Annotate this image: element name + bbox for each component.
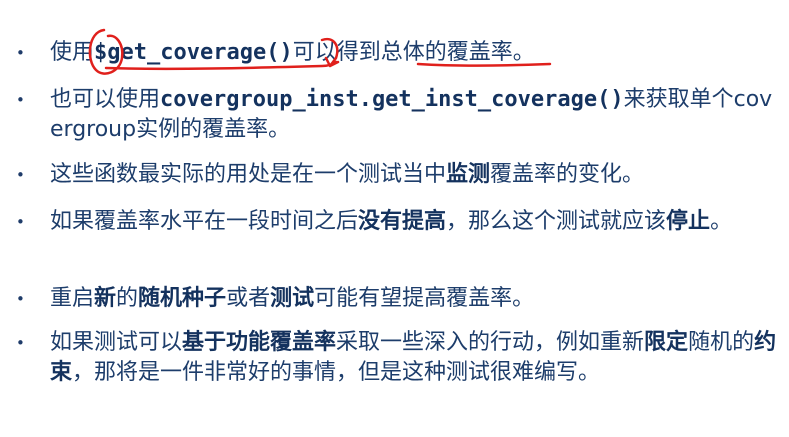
- bullet-item: • 如果测试可以基于功能覆盖率采取一些深入的行动，例如重新限定随机的约束，那将是…: [12, 328, 782, 388]
- code-get-coverage: $get_coverage(): [94, 40, 293, 65]
- bullet-item: • 如果覆盖率水平在一段时间之后没有提高，那么这个测试就应该停止。: [12, 207, 782, 237]
- bullet-marker: •: [16, 91, 25, 109]
- bullet-item: • 使用$get_coverage()可以得到总体的覆盖率。: [12, 38, 782, 68]
- bullet-marker: •: [16, 166, 25, 184]
- bullet-item: • 重启新的随机种子或者测试可能有望提高覆盖率。: [12, 284, 782, 314]
- bullet-text: 如果覆盖率水平在一段时间之后没有提高，那么这个测试就应该停止。: [50, 209, 733, 234]
- code-get-inst-coverage: covergroup_inst.get_inst_coverage(): [160, 87, 624, 112]
- bullet-marker: •: [16, 290, 25, 308]
- slide: • 使用$get_coverage()可以得到总体的覆盖率。 • 也可以使用co…: [0, 0, 789, 437]
- bullet-text: 使用$get_coverage()可以得到总体的覆盖率。: [50, 40, 535, 65]
- bullet-marker: •: [16, 44, 25, 62]
- bullet-item: • 也可以使用covergroup_inst.get_inst_coverage…: [12, 85, 782, 145]
- bullet-text: 这些函数最实际的用处是在一个测试当中监测覆盖率的变化。: [50, 162, 645, 187]
- bullet-text: 也可以使用covergroup_inst.get_inst_coverage()…: [50, 87, 773, 142]
- bullet-text: 重启新的随机种子或者测试可能有望提高覆盖率。: [50, 286, 535, 311]
- bullet-text: 如果测试可以基于功能覆盖率采取一些深入的行动，例如重新限定随机的约束，那将是一件…: [50, 330, 777, 385]
- bullet-item: • 这些函数最实际的用处是在一个测试当中监测覆盖率的变化。: [12, 160, 782, 190]
- bullet-marker: •: [16, 213, 25, 231]
- bullet-marker: •: [16, 334, 25, 352]
